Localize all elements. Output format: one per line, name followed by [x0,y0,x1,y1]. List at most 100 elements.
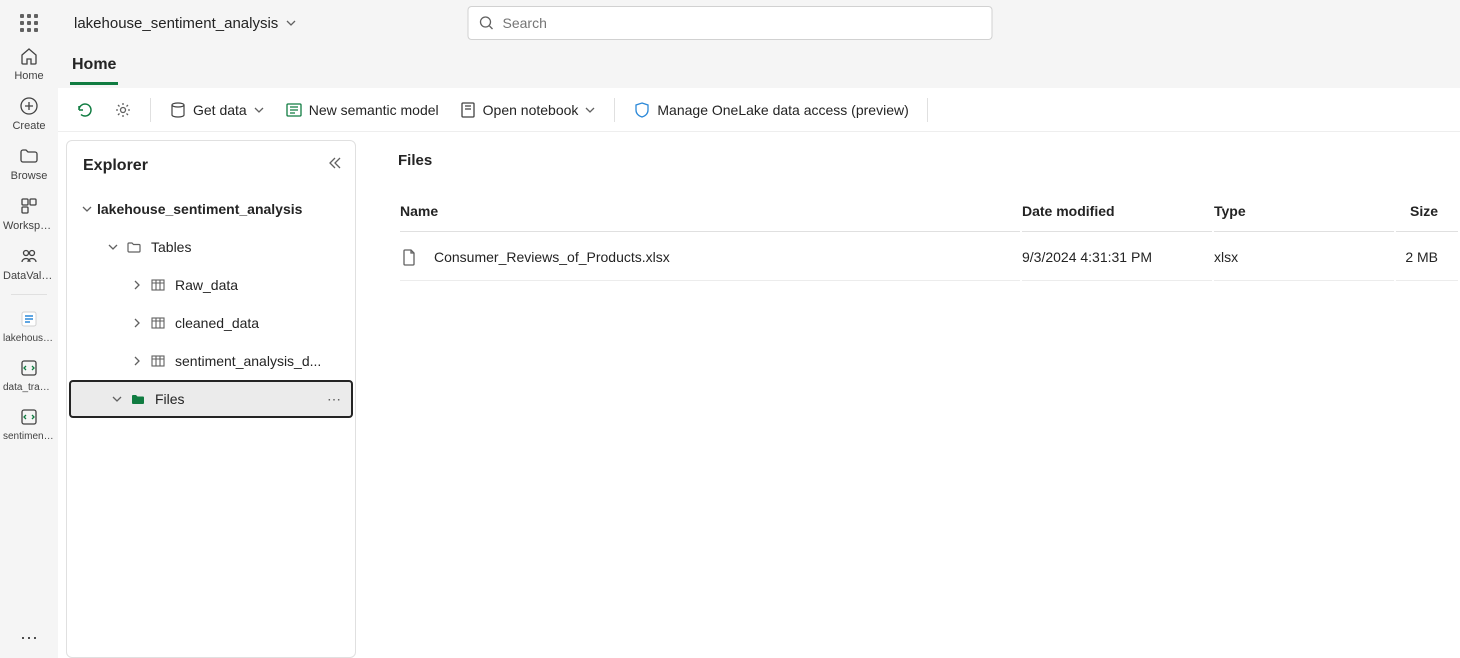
open-notebook-button[interactable]: Open notebook [451,95,605,125]
tree-files-label: Files [155,391,185,407]
tree-table-label: Raw_data [175,277,238,293]
chevron-down-icon [284,16,298,30]
toolbar: Get data New semantic model Open noteboo… [58,88,1460,132]
search-input[interactable] [503,15,982,31]
workspaces-icon [19,196,39,216]
folder-icon [19,146,39,166]
collapse-explorer-button[interactable] [327,155,343,176]
tree-tables-node[interactable]: Tables [67,228,355,266]
nav-home[interactable]: Home [0,38,58,88]
ellipsis-icon: ⋯ [19,628,39,648]
nav-browse-label: Browse [11,170,48,182]
file-icon [400,248,418,266]
table-icon [147,315,169,331]
tree-root[interactable]: lakehouse_sentiment_analysis [67,190,355,228]
model-icon [285,101,303,119]
tree-tables-label: Tables [151,239,191,255]
chevron-down-icon [77,203,97,215]
nav-data-transformation[interactable]: data_transformation [0,350,58,399]
search-icon [479,15,495,31]
toolbar-separator [614,98,615,122]
tab-home[interactable]: Home [70,46,118,85]
nav-create[interactable]: Create [0,88,58,138]
file-pane: Files Name Date modified Type Size [356,132,1460,658]
lakehouse-icon [19,309,39,329]
manage-access-label: Manage OneLake data access (preview) [657,102,908,118]
notebook-icon [19,358,39,378]
home-icon [19,46,39,66]
chevron-right-icon [127,355,147,367]
manage-onelake-access-button[interactable]: Manage OneLake data access (preview) [625,95,916,125]
nav-sentiment-analysis[interactable]: sentiment_analysis [0,399,58,448]
file-name: Consumer_Reviews_of_Products.xlsx [434,249,670,265]
nav-data-transformation-label: data_transformation [3,382,55,393]
get-data-button[interactable]: Get data [161,95,273,125]
people-icon [19,246,39,266]
notebook-icon [459,101,477,119]
nav-lakehouse-label: lakehouse_sentiment_... [3,333,55,344]
chevron-right-icon [127,279,147,291]
nav-datavalue-workspace[interactable]: DataValue_Workspace [0,238,58,288]
chevron-down-icon [107,393,127,405]
gear-icon [114,101,132,119]
col-header-type[interactable]: Type [1214,195,1394,232]
open-notebook-label: Open notebook [483,102,579,118]
file-row[interactable]: Consumer_Reviews_of_Products.xlsx 9/3/20… [400,234,1458,281]
tab-row: Home [58,46,1460,88]
file-size: 2 MB [1396,234,1458,281]
refresh-icon [76,101,94,119]
settings-button[interactable] [106,95,140,125]
toolbar-separator [927,98,928,122]
nav-sentiment-label: sentiment_analysis [3,431,55,442]
chevron-double-left-icon [327,155,343,171]
file-type: xlsx [1214,234,1394,281]
explorer-tree: lakehouse_sentiment_analysis Tables Raw_… [67,190,355,418]
toolbar-separator [150,98,151,122]
tree-files-node[interactable]: Files ⋯ [69,380,353,418]
top-bar: lakehouse_sentiment_analysis [58,0,1460,46]
tree-table-item[interactable]: Raw_data [67,266,355,304]
file-date: 9/3/2024 4:31:31 PM [1022,234,1212,281]
chevron-down-icon [584,104,596,116]
tree-table-label: sentiment_analysis_d... [175,353,321,369]
tree-table-label: cleaned_data [175,315,259,331]
more-actions-button[interactable]: ⋯ [327,391,341,408]
chevron-down-icon [103,241,123,253]
breadcrumb-title: lakehouse_sentiment_analysis [74,15,278,32]
col-header-name[interactable]: Name [400,195,1020,232]
nav-more[interactable]: ⋯ [0,620,58,658]
nav-workspaces[interactable]: Workspaces [0,188,58,238]
left-nav-rail: Home Create Browse Workspaces DataValue_… [0,0,58,658]
tree-table-item[interactable]: sentiment_analysis_d... [67,342,355,380]
col-header-date[interactable]: Date modified [1022,195,1212,232]
waffle-icon [20,14,38,32]
breadcrumb[interactable]: lakehouse_sentiment_analysis [66,15,298,32]
refresh-button[interactable] [68,95,102,125]
nav-lakehouse-item[interactable]: lakehouse_sentiment_... [0,301,58,350]
database-icon [169,101,187,119]
table-icon [147,353,169,369]
nav-create-label: Create [12,120,45,132]
chevron-down-icon [253,104,265,116]
rail-divider [11,294,47,295]
search-box[interactable] [468,6,993,40]
chevron-right-icon [127,317,147,329]
plus-circle-icon [19,96,39,116]
explorer-panel: Explorer lakehouse_sentiment_analysis Ta… [66,140,356,658]
filepane-title: Files [398,152,1460,169]
nav-home-label: Home [14,70,43,82]
explorer-title: Explorer [83,157,148,175]
folder-icon [123,239,145,255]
nav-workspaces-label: Workspaces [3,220,55,232]
app-launcher-button[interactable] [0,6,58,38]
tree-root-label: lakehouse_sentiment_analysis [97,201,302,217]
file-table: Name Date modified Type Size Consumer_Re… [398,193,1460,283]
nav-browse[interactable]: Browse [0,138,58,188]
notebook-icon [19,407,39,427]
folder-open-icon [127,391,149,407]
new-semantic-model-button[interactable]: New semantic model [277,95,447,125]
shield-icon [633,101,651,119]
col-header-size[interactable]: Size [1396,195,1458,232]
tree-table-item[interactable]: cleaned_data [67,304,355,342]
table-icon [147,277,169,293]
